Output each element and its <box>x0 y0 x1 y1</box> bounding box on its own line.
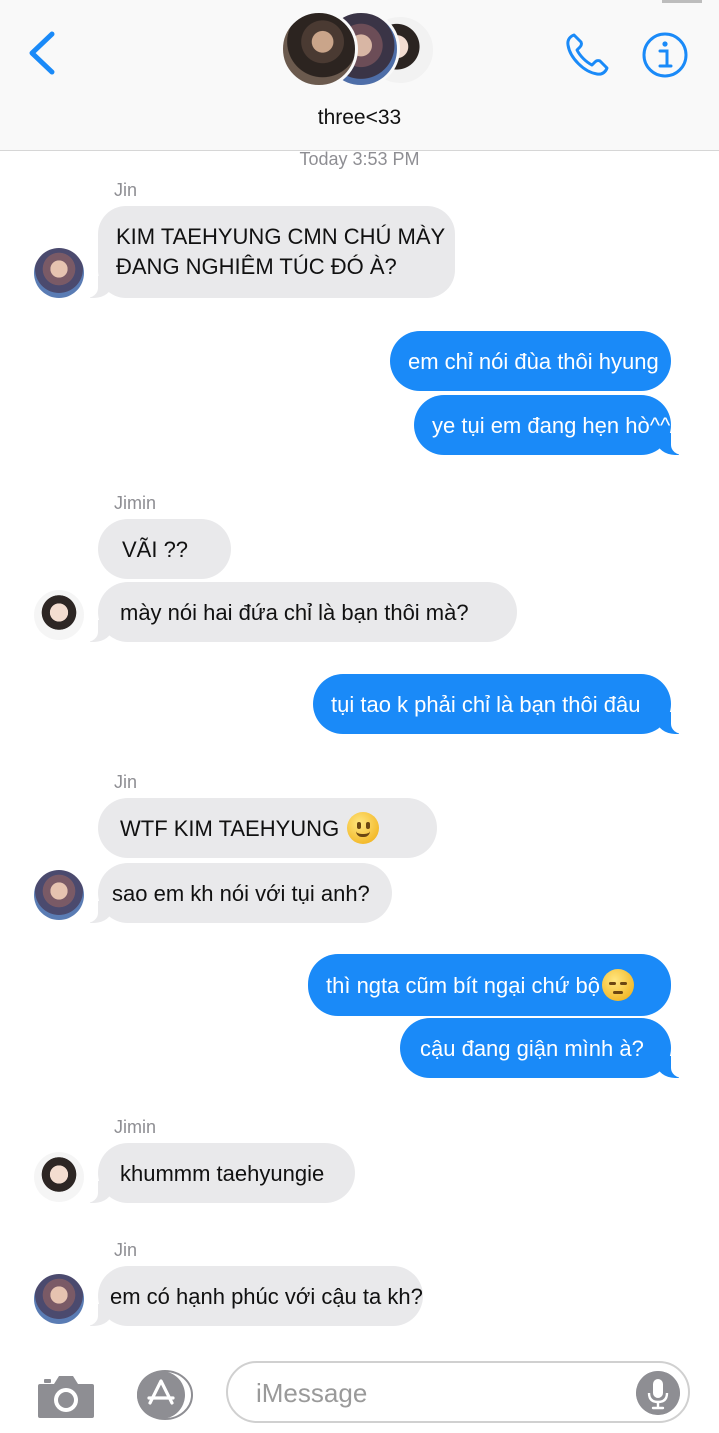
message-input-placeholder: iMessage <box>256 1378 368 1408</box>
app-store-icon[interactable] <box>130 1370 196 1420</box>
outgoing-message[interactable]: tụi tao k phải chỉ là bạn thôi đâu <box>313 674 685 734</box>
outgoing-message[interactable]: thì ngta cũm bít ngại chứ bộ <box>308 954 671 1016</box>
sender-name: Jin <box>114 180 138 200</box>
group-name[interactable]: three<33 <box>0 106 719 130</box>
sender-name: Jimin <box>114 1117 157 1137</box>
avatar[interactable] <box>34 870 84 920</box>
slightly-smiling-face-icon <box>347 812 380 844</box>
conversation-header: three<33 <box>0 0 719 151</box>
message-text: ye tụi em đang hẹn hò^^ <box>432 412 671 438</box>
member-avatar <box>280 10 358 88</box>
phone-icon[interactable] <box>562 30 612 80</box>
message-text: KIM TAEHYUNG CMN CHÚ MÀY <box>116 224 446 249</box>
avatar[interactable] <box>34 1274 84 1324</box>
message-text: cậu đang giận mình à? <box>420 1035 644 1061</box>
message-text: WTF KIM TAEHYUNG <box>120 815 340 841</box>
outgoing-message[interactable]: ye tụi em đang hẹn hò^^ <box>414 395 685 455</box>
avatar[interactable] <box>34 248 84 298</box>
group-avatars[interactable] <box>280 10 440 90</box>
message-text: mày nói hai đứa chỉ là bạn thôi mà? <box>120 599 469 625</box>
sender-name: Jin <box>114 1240 138 1260</box>
incoming-message[interactable]: em có hạnh phúc với cậu ta kh? <box>84 1266 423 1326</box>
incoming-message[interactable]: VÃI ?? <box>98 519 231 579</box>
message-text: em có hạnh phúc với cậu ta kh? <box>110 1283 423 1309</box>
pensive-face-icon <box>602 969 635 1001</box>
message-text: thì ngta cũm bít ngại chứ bộ <box>326 972 601 998</box>
message-text: em chỉ nói đùa thôi hyung <box>408 348 659 374</box>
compose-bar: iMessage <box>0 1350 719 1433</box>
back-chevron-icon[interactable] <box>24 28 64 78</box>
sender-name: Jimin <box>114 493 157 513</box>
message-text: khummm taehyungie <box>120 1160 325 1186</box>
message-text: VÃI ?? <box>122 536 189 562</box>
info-icon[interactable] <box>640 30 690 80</box>
message-text: sao em kh nói với tụi anh? <box>112 880 370 906</box>
incoming-message[interactable]: KIM TAEHYUNG CMN CHÚ MÀY ĐANG NGHIÊM TÚC… <box>84 206 455 298</box>
incoming-message[interactable]: sao em kh nói với tụi anh? <box>84 863 392 923</box>
sender-name: Jin <box>114 772 138 792</box>
message-text: tụi tao k phải chỉ là bạn thôi đâu <box>331 691 641 717</box>
incoming-message[interactable]: mày nói hai đứa chỉ là bạn thôi mà? <box>84 582 517 642</box>
message-input[interactable]: iMessage <box>226 1361 690 1423</box>
microphone-icon[interactable] <box>636 1371 680 1415</box>
camera-icon[interactable] <box>36 1370 96 1422</box>
outgoing-message[interactable]: em chỉ nói đùa thôi hyung <box>390 331 671 391</box>
incoming-message[interactable]: WTF KIM TAEHYUNG <box>98 798 437 858</box>
timestamp: Today 3:53 PM <box>299 149 420 169</box>
outgoing-message[interactable]: cậu đang giận mình à? <box>400 1018 685 1078</box>
avatar[interactable] <box>34 1152 84 1202</box>
incoming-message[interactable]: khummm taehyungie <box>84 1143 355 1203</box>
avatar[interactable] <box>34 590 84 640</box>
message-text: ĐANG NGHIÊM TÚC ĐÓ À? <box>116 254 397 279</box>
status-bar-fragment <box>662 0 702 3</box>
